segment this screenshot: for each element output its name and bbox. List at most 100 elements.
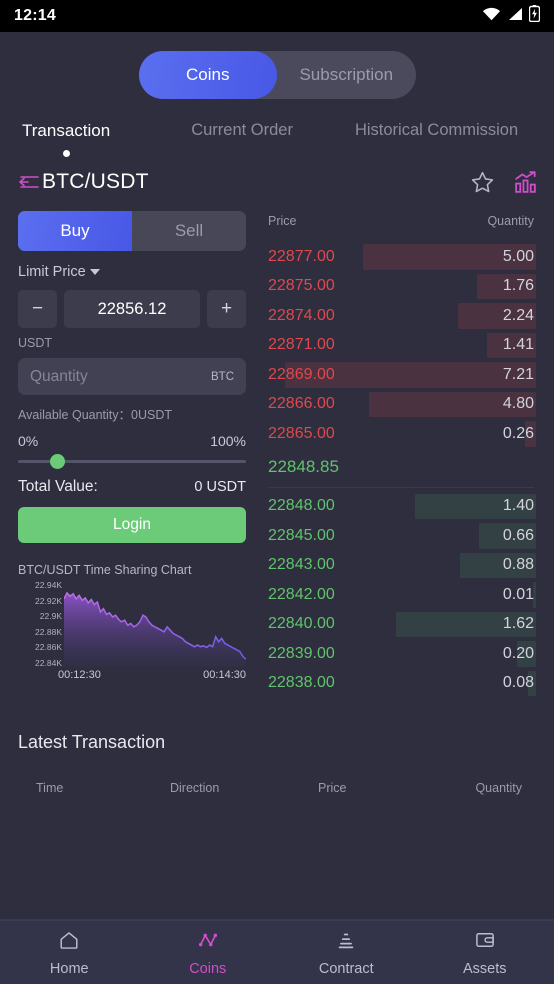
signal-icon bbox=[507, 7, 523, 26]
available-quantity-label: Available Quantity： bbox=[18, 408, 132, 422]
price-increment-button[interactable]: + bbox=[207, 290, 246, 328]
column-direction: Direction bbox=[170, 781, 220, 795]
home-icon bbox=[58, 929, 80, 956]
order-book-row[interactable]: 22871.00 1.41 bbox=[266, 331, 536, 361]
order-book-price: 22866.00 bbox=[268, 395, 335, 413]
status-bar-time: 12:14 bbox=[14, 7, 56, 24]
order-book-price: 22869.00 bbox=[268, 365, 335, 383]
caret-down-icon bbox=[89, 269, 100, 275]
time-sharing-chart: 22.94K 22.92K 22.9K 22.88K 22.86K 22.84K bbox=[18, 580, 247, 681]
order-book-quantity: 0.26 bbox=[502, 424, 534, 442]
order-book-price: 22840.00 bbox=[268, 615, 335, 633]
tab-current-order[interactable]: Current Order bbox=[191, 121, 293, 140]
order-book-quantity: 0.66 bbox=[502, 526, 534, 544]
quantity-field[interactable]: Quantity BTC bbox=[18, 358, 246, 395]
available-quantity: Available Quantity：0USDT bbox=[18, 404, 246, 423]
amount-slider[interactable] bbox=[18, 453, 246, 469]
column-price: Price bbox=[318, 781, 347, 795]
buy-button[interactable]: Buy bbox=[18, 211, 132, 251]
chart-x-axis: 00:12:30 00:14:30 bbox=[58, 669, 246, 681]
price-unit-label: USDT bbox=[18, 336, 53, 350]
order-book-price: 22875.00 bbox=[268, 277, 335, 295]
order-book-row[interactable]: 22845.00 0.66 bbox=[266, 521, 536, 551]
available-quantity-value: 0USDT bbox=[131, 408, 173, 422]
order-book-row[interactable]: 22866.00 4.80 bbox=[266, 390, 536, 420]
chart-xtick: 00:14:30 bbox=[203, 669, 246, 681]
chart-ytick: 22.9K bbox=[39, 611, 62, 621]
order-book-quantity: 0.01 bbox=[502, 585, 534, 603]
order-book-header: Price Quantity bbox=[266, 214, 536, 228]
order-book-row[interactable]: 22877.00 5.00 bbox=[266, 242, 536, 272]
order-book-row[interactable]: 22838.00 0.08 bbox=[266, 669, 536, 699]
order-book-quantity: 0.20 bbox=[502, 644, 534, 662]
order-book-row[interactable]: 22865.00 0.26 bbox=[266, 419, 536, 449]
collapse-left-icon[interactable] bbox=[18, 173, 40, 191]
quantity-input[interactable]: Quantity bbox=[30, 368, 211, 386]
battery-charging-icon bbox=[528, 5, 541, 27]
order-book-price: 22871.00 bbox=[268, 336, 335, 354]
segmented-control-wrapper: Coins Subscription bbox=[0, 32, 554, 99]
order-book: Price Quantity 22877.00 5.00 22875.00 1.76 2… bbox=[266, 201, 554, 698]
order-book-row[interactable]: 22848.00 1.40 bbox=[266, 492, 536, 522]
order-book-row[interactable]: 22843.00 0.88 bbox=[266, 551, 536, 581]
latest-transaction-table-header: Time Direction Price Quantity bbox=[18, 781, 536, 795]
order-book-row[interactable]: 22875.00 1.76 bbox=[266, 272, 536, 302]
chart-ytick: 22.94K bbox=[35, 580, 62, 590]
nav-item-assets[interactable]: Assets bbox=[416, 921, 554, 984]
bottom-navigation: Home Coins Contract Assets bbox=[0, 920, 554, 984]
trade-form: Buy Sell Limit Price − 22856.12 + USDT Q… bbox=[0, 201, 266, 698]
nav-item-contract[interactable]: Contract bbox=[277, 921, 416, 984]
pair-header: BTC/USDT bbox=[0, 157, 554, 201]
status-bar-icons bbox=[482, 5, 541, 27]
order-book-row[interactable]: 22839.00 0.20 bbox=[266, 639, 536, 669]
order-book-row[interactable]: 22840.00 1.62 bbox=[266, 610, 536, 640]
price-decrement-button[interactable]: − bbox=[18, 290, 57, 328]
tab-active-indicator bbox=[62, 150, 70, 157]
nav-label-contract: Contract bbox=[318, 960, 374, 977]
quantity-unit-label: BTC bbox=[211, 370, 234, 383]
order-book-row[interactable]: 22842.00 0.01 bbox=[266, 580, 536, 610]
slider-min-label: 0% bbox=[18, 433, 39, 449]
chart-plot-area bbox=[63, 585, 247, 667]
page-title: BTC/USDT bbox=[42, 170, 149, 193]
segment-subscription[interactable]: Subscription bbox=[277, 51, 416, 99]
chart-ytick: 22.92K bbox=[35, 595, 62, 606]
order-book-price: 22874.00 bbox=[268, 306, 335, 324]
price-input[interactable]: 22856.12 bbox=[64, 290, 200, 328]
login-button[interactable]: Login bbox=[18, 507, 246, 543]
order-book-price: 22839.00 bbox=[268, 644, 335, 662]
order-book-col-price: Price bbox=[268, 214, 297, 228]
sell-button[interactable]: Sell bbox=[132, 211, 246, 251]
nav-item-home[interactable]: Home bbox=[0, 921, 139, 984]
column-time: Time bbox=[36, 781, 64, 795]
segment-coins[interactable]: Coins bbox=[138, 51, 277, 99]
wifi-icon bbox=[482, 7, 501, 26]
order-book-price: 22877.00 bbox=[268, 247, 335, 265]
nav-label-assets: Assets bbox=[462, 960, 507, 977]
order-book-price: 22865.00 bbox=[268, 424, 335, 442]
tab-bar: Transaction Current Order Historical Com… bbox=[0, 99, 554, 157]
star-outline-icon[interactable] bbox=[470, 170, 495, 195]
tab-transaction[interactable]: Transaction bbox=[22, 121, 110, 157]
order-book-row[interactable]: 22869.00 7.21 bbox=[266, 360, 536, 390]
bar-chart-icon[interactable] bbox=[513, 170, 538, 195]
side-toggle: Buy Sell bbox=[18, 211, 246, 251]
order-book-price: 22843.00 bbox=[268, 556, 335, 574]
nav-label-home: Home bbox=[49, 960, 89, 977]
order-book-quantity: 1.76 bbox=[502, 277, 534, 295]
order-book-quantity: 0.08 bbox=[502, 674, 534, 692]
order-book-asks: 22877.00 5.00 22875.00 1.76 22874.00 2.24 2287… bbox=[266, 242, 536, 449]
order-book-row[interactable]: 22874.00 2.24 bbox=[266, 301, 536, 331]
order-type-selector[interactable]: Limit Price bbox=[18, 264, 246, 280]
order-book-quantity: 1.41 bbox=[502, 336, 534, 354]
latest-transaction-title: Latest Transaction bbox=[18, 732, 166, 752]
nav-item-coins[interactable]: Coins bbox=[139, 921, 278, 984]
tab-historical-commission[interactable]: Historical Commission bbox=[355, 121, 518, 140]
order-book-separator bbox=[268, 486, 534, 488]
order-book-price: 22848.00 bbox=[268, 497, 335, 515]
chart-ytick: 22.88K bbox=[35, 626, 62, 637]
order-book-quantity: 1.40 bbox=[502, 497, 534, 515]
slider-knob[interactable] bbox=[50, 454, 65, 469]
total-value-row: Total Value: 0 USDT bbox=[18, 478, 246, 496]
order-book-bids: 22848.00 1.40 22845.00 0.66 22843.00 0.88 2284… bbox=[266, 492, 536, 699]
